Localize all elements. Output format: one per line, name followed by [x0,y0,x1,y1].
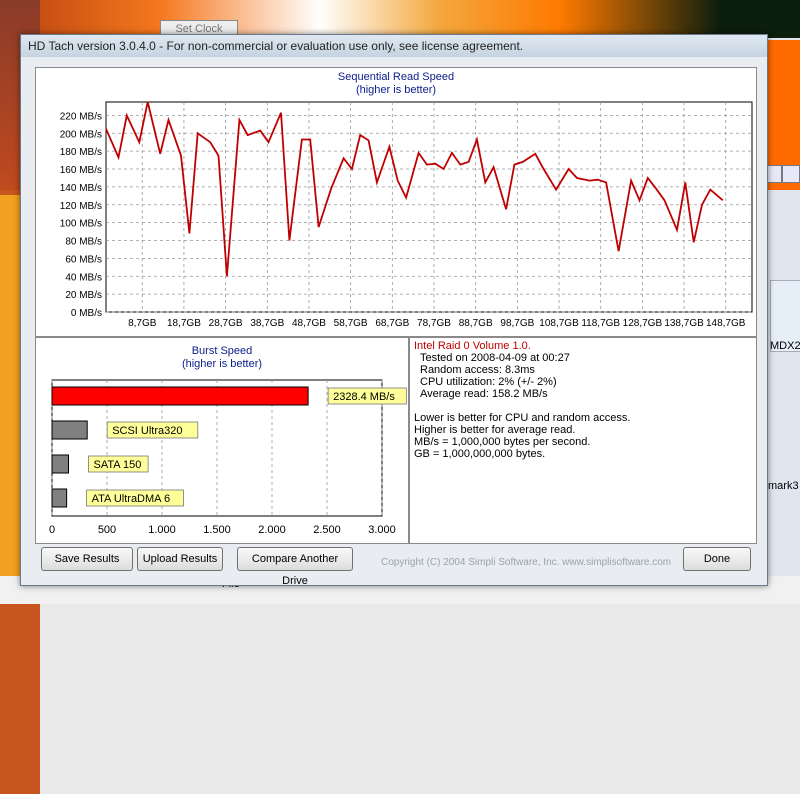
sequential-read-plot: 0 MB/s 20 MB/s 40 MB/s 60 MB/s 80 MB/s 100 MB… [60,101,753,329]
y-tick-label: 180 MB/s [60,147,102,158]
x-tick-label: 78,7GB [417,318,451,329]
x-tick-label: 128,7GB [623,318,663,329]
note-higher-better: Higher is better for average read. [414,424,576,436]
note-lower-better: Lower is better for CPU and random acces… [414,412,631,424]
x-tick-label: 48,7GB [292,318,326,329]
done-button[interactable]: Done [683,547,751,571]
background-window-button[interactable] [782,165,800,183]
x-tick-label: 148,7GB [706,318,746,329]
x-tick-label: 108,7GB [539,318,579,329]
window-title: HD Tach version 3.0.4.0 - For non-commer… [28,39,524,53]
burst-x-tick-label: 500 [98,524,116,536]
hd-tach-window: HD Tach version 3.0.4.0 - For non-commer… [20,34,768,587]
save-results-button[interactable]: Save Results [41,547,133,571]
y-tick-label: 160 MB/s [60,165,102,176]
burst-bar [51,386,309,406]
title-bar[interactable]: HD Tach version 3.0.4.0 - For non-commer… [21,35,767,57]
burst-speed-chart: Burst Speed (higher is better) 0 500 1.000… [35,337,409,544]
background-label: MDX2 [770,340,800,352]
x-tick-label: 98,7GB [500,318,534,329]
burst-x-tick-label: 3.000 [368,524,396,536]
x-tick-label: 118,7GB [581,318,620,329]
x-tick-label: 38,7GB [250,318,284,329]
burst-x-tick-label: 1.500 [203,524,231,536]
burst-speed-plot: 0 500 1.000 1.500 2.000 2.500 3.000 2328.4 MB/s… [49,379,407,536]
random-access-text: Random access: 8.3ms [420,364,535,376]
y-tick-label: 220 MB/s [60,111,102,122]
y-tick-label: 80 MB/s [65,237,102,248]
burst-bar-label: ATA UltraDMA 6 [92,493,170,505]
x-tick-label: 18,7GB [167,318,201,329]
sequential-read-chart: Sequential Read Speed (higher is better)… [35,67,757,337]
x-tick-label: 68,7GB [375,318,409,329]
burst-bar-label: SCSI Ultra320 [112,425,182,437]
x-tick-label: 28,7GB [209,318,243,329]
copyright-text: Copyright (C) 2004 Simpli Software, Inc.… [381,557,672,568]
results-info-panel: Intel Raid 0 Volume 1.0. Tested on 2008-… [409,337,757,544]
y-tick-label: 0 MB/s [71,308,102,319]
desktop-background-top [0,0,800,38]
y-tick-label: 60 MB/s [65,254,102,265]
burst-bar [51,454,69,474]
background-label: mark3 [768,480,799,492]
x-tick-label: 58,7GB [334,318,368,329]
burst-x-tick-label: 0 [49,524,55,536]
y-tick-label: 40 MB/s [65,272,102,283]
burst-x-tick-label: 2.500 [313,524,341,536]
cpu-utilization-text: CPU utilization: 2% (+/- 2%) [420,376,557,388]
y-tick-label: 20 MB/s [65,290,102,301]
y-tick-label: 200 MB/s [60,129,102,140]
burst-bar-label: SATA 150 [94,459,142,471]
y-tick-label: 100 MB/s [60,219,102,230]
burst-bar-label: 2328.4 MB/s [333,391,395,403]
x-tick-label: 138,7GB [664,318,704,329]
burst-x-tick-label: 1.000 [148,524,176,536]
y-tick-label: 140 MB/s [60,183,102,194]
tested-on-text: Tested on 2008-04-09 at 00:27 [420,352,570,364]
upload-results-button[interactable]: Upload Results [137,547,223,571]
compare-another-drive-button[interactable]: Compare Another Drive [237,547,353,587]
note-gb-definition: GB = 1,000,000,000 bytes. [414,448,546,460]
burst-bar [51,488,68,508]
note-mbs-definition: MB/s = 1,000,000 bytes per second. [414,436,591,448]
burst-x-tick-label: 2.000 [258,524,286,536]
average-read-text: Average read: 158.2 MB/s [420,388,548,400]
burst-bar [51,420,88,440]
y-tick-label: 120 MB/s [60,201,102,212]
drive-name: Intel Raid 0 Volume 1.0. [414,340,531,352]
x-tick-label: 88,7GB [459,318,493,329]
x-tick-label: 8,7GB [128,318,157,329]
